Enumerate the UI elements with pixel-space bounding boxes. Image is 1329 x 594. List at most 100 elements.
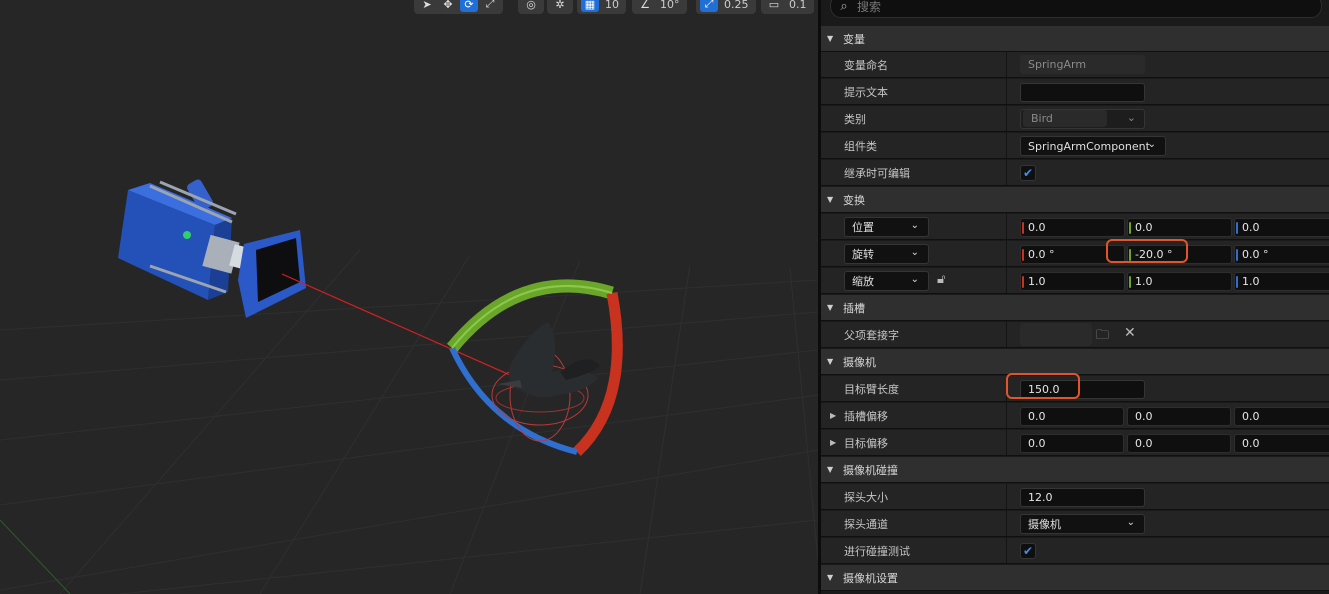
unlock-icon[interactable]: 🔓︎ bbox=[937, 272, 945, 287]
rotation-mode-dropdown[interactable]: 旋转 ⌄ bbox=[844, 244, 929, 264]
collision-test-checkbox[interactable]: ✔ bbox=[1020, 543, 1036, 559]
prop-label: 目标偏移 bbox=[844, 436, 888, 450]
translate-mode-icon[interactable]: ✥ bbox=[439, 0, 457, 12]
prop-scale: 缩放 ⌄ 🔓︎ 1.0 1.0 1.0 bbox=[821, 268, 1329, 294]
prop-label: 目标臂长度 bbox=[844, 382, 899, 396]
x-axis-marker bbox=[1022, 222, 1024, 234]
z-axis-marker bbox=[1236, 222, 1238, 234]
prop-category: 类别 Bird ⌄ bbox=[821, 106, 1329, 132]
scale-y-value: 1.0 bbox=[1135, 275, 1153, 288]
tooltip-field[interactable] bbox=[1020, 83, 1145, 102]
prop-target-offset: ▶ 目标偏移 0.0 0.0 0.0 bbox=[821, 430, 1329, 456]
category-transform[interactable]: ▼ 变换 bbox=[821, 187, 1329, 213]
camera-speed-control[interactable]: ▭ 0.1 bbox=[761, 0, 814, 14]
category-camera[interactable]: ▼ 摄像机 bbox=[821, 349, 1329, 375]
category-socket[interactable]: ▼ 插槽 bbox=[821, 295, 1329, 321]
chevron-down-icon: ⌄ bbox=[1126, 517, 1135, 528]
check-icon: ✔ bbox=[1022, 166, 1034, 180]
target-offset-z-field[interactable]: 0.0 bbox=[1234, 434, 1329, 453]
scale-x-field[interactable]: 1.0 bbox=[1020, 272, 1125, 291]
surface-snap-button[interactable]: ✲ bbox=[547, 0, 573, 14]
socket-offset-z-field[interactable]: 0.0 bbox=[1234, 407, 1329, 426]
x-axis-marker bbox=[1022, 276, 1024, 288]
category-label: 变换 bbox=[843, 193, 865, 207]
grid-snap-value[interactable]: 10 bbox=[602, 0, 622, 11]
scale-label: 缩放 bbox=[852, 275, 874, 288]
target-offset-x-field[interactable]: 0.0 bbox=[1020, 434, 1124, 453]
scale-mode-icon[interactable]: ⤢ bbox=[481, 0, 499, 12]
scale-snap-value[interactable]: 0.25 bbox=[721, 0, 752, 11]
scale-x-value: 1.0 bbox=[1028, 275, 1046, 288]
z-axis-marker bbox=[1236, 276, 1238, 288]
prop-label: 提示文本 bbox=[844, 85, 888, 99]
probe-channel-dropdown[interactable]: 摄像机 ⌄ bbox=[1020, 514, 1145, 534]
viewport-scene bbox=[0, 178, 818, 594]
category-camera-settings[interactable]: ▼ 摄像机设置 bbox=[821, 565, 1329, 591]
prop-label: 组件类 bbox=[844, 139, 877, 153]
grid-snap-control[interactable]: ▦ 10 bbox=[577, 0, 626, 14]
y-axis-marker bbox=[1129, 222, 1131, 234]
rotation-label: 旋转 bbox=[852, 248, 874, 261]
location-x-field[interactable]: 0.0 bbox=[1020, 218, 1125, 237]
collapse-arrow-icon: ▼ bbox=[827, 195, 834, 204]
category-label: 变量 bbox=[843, 32, 865, 46]
expand-arrow-icon[interactable]: ▶ bbox=[830, 438, 836, 447]
y-axis-marker bbox=[1129, 276, 1131, 288]
location-z-field[interactable]: 0.0 bbox=[1234, 218, 1329, 237]
search-placeholder: 搜索 bbox=[857, 0, 882, 14]
rotation-z-field[interactable]: 0.0 ° bbox=[1234, 245, 1329, 264]
category-variable[interactable]: ▼ 变量 bbox=[821, 26, 1329, 52]
browse-socket-icon[interactable]: 🗀 bbox=[1096, 326, 1109, 348]
expand-arrow-icon[interactable]: ▶ bbox=[830, 411, 836, 420]
camera-speed-value[interactable]: 0.1 bbox=[786, 0, 810, 11]
prop-probe-size: 探头大小 12.0 bbox=[821, 484, 1329, 510]
rotate-mode-icon[interactable]: ⟳ bbox=[460, 0, 478, 12]
socket-offset-y-field[interactable]: 0.0 bbox=[1127, 407, 1231, 426]
rotation-snap-control[interactable]: ∠ 10° bbox=[632, 0, 687, 14]
prop-rotation: 旋转 ⌄ 0.0 ° -20.0 ° 0.0 ° bbox=[821, 241, 1329, 267]
scale-z-field[interactable]: 1.0 bbox=[1234, 272, 1329, 291]
category-label: 摄像机碰撞 bbox=[843, 463, 898, 477]
prop-do-collision-test: 进行碰撞测试 ✔ bbox=[821, 538, 1329, 564]
editable-checkbox[interactable]: ✔ bbox=[1020, 165, 1036, 181]
category-dropdown[interactable]: Bird ⌄ bbox=[1020, 109, 1145, 129]
chevron-down-icon: ⌄ bbox=[1147, 139, 1156, 150]
prop-label: 父项套接字 bbox=[844, 328, 899, 342]
target-offset-y-field[interactable]: 0.0 bbox=[1127, 434, 1231, 453]
transform-mode-toolbar: ➤ ✥ ⟳ ⤢ bbox=[414, 0, 503, 14]
grid-snap-icon: ▦ bbox=[581, 0, 599, 12]
clear-icon[interactable]: ✕ bbox=[1124, 325, 1136, 341]
category-dropdown-value: Bird bbox=[1023, 110, 1107, 127]
camera-speed-icon: ▭ bbox=[768, 0, 780, 11]
level-viewport[interactable]: ➤ ✥ ⟳ ⤢ ◎ ✲ ▦ 10 ∠ 10° ⤢ 0.25 ▭ 0.1 bbox=[0, 0, 818, 594]
probe-channel-value: 摄像机 bbox=[1028, 518, 1061, 531]
collapse-arrow-icon: ▼ bbox=[827, 34, 834, 43]
location-z-value: 0.0 bbox=[1242, 221, 1260, 234]
bird-mesh[interactable] bbox=[498, 322, 600, 398]
scale-mode-dropdown[interactable]: 缩放 ⌄ bbox=[844, 271, 929, 291]
scale-y-field[interactable]: 1.0 bbox=[1127, 272, 1232, 291]
prop-tooltip: 提示文本 bbox=[821, 79, 1329, 105]
camera-mesh[interactable] bbox=[118, 178, 306, 318]
probe-size-field[interactable]: 12.0 bbox=[1020, 488, 1145, 507]
category-label: 摄像机 bbox=[843, 355, 876, 369]
location-y-field[interactable]: 0.0 bbox=[1127, 218, 1232, 237]
select-mode-icon[interactable]: ➤ bbox=[418, 0, 436, 12]
component-class-dropdown[interactable]: SpringArmComponent ⌄ bbox=[1020, 136, 1166, 156]
category-camera-collision[interactable]: ▼ 摄像机碰撞 bbox=[821, 457, 1329, 483]
variable-name-field[interactable]: SpringArm bbox=[1020, 55, 1145, 74]
coordinate-space-button[interactable]: ◎ bbox=[518, 0, 544, 14]
prop-label: 变量命名 bbox=[844, 58, 888, 72]
prop-label: 类别 bbox=[844, 112, 866, 126]
socket-offset-x-field[interactable]: 0.0 bbox=[1020, 407, 1124, 426]
scale-snap-icon: ⤢ bbox=[700, 0, 718, 12]
rotation-snap-value[interactable]: 10° bbox=[657, 0, 683, 11]
category-label: 摄像机设置 bbox=[843, 571, 898, 585]
parent-socket-field[interactable] bbox=[1020, 323, 1092, 346]
scale-z-value: 1.0 bbox=[1242, 275, 1260, 288]
prop-label: 探头通道 bbox=[844, 517, 888, 531]
scale-snap-control[interactable]: ⤢ 0.25 bbox=[696, 0, 756, 14]
location-mode-dropdown[interactable]: 位置 ⌄ bbox=[844, 217, 929, 237]
rotation-z-value: 0.0 ° bbox=[1242, 248, 1269, 261]
details-search[interactable]: ⌕ 搜索 bbox=[830, 0, 1322, 18]
